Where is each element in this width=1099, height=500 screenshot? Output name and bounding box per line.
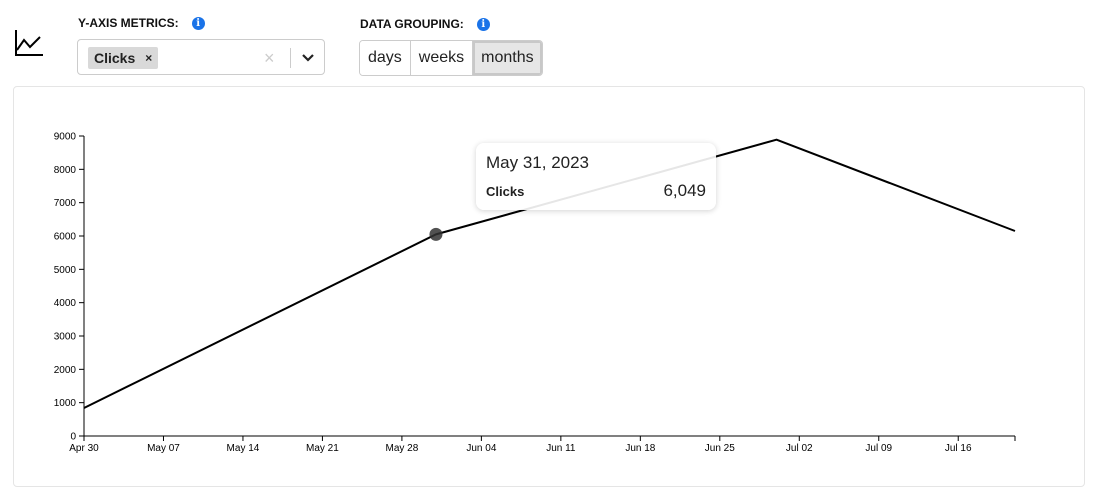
x-tick-label: Jul 09 [865, 443, 892, 454]
x-tick-label: Jun 11 [546, 443, 576, 454]
x-tick-label: May 07 [147, 443, 180, 454]
x-tick-label: May 21 [306, 443, 339, 454]
y-tick-label: 7000 [54, 198, 77, 209]
x-tick-label: May 28 [386, 443, 419, 454]
x-tick-label: Jun 18 [625, 443, 655, 454]
x-axis: Apr 30 May 07 May 14 May 21 May 28 Jun 04 Jun … [69, 435, 1016, 454]
y-tick-label: 3000 [54, 332, 77, 343]
tooltip-value: 6,049 [663, 181, 706, 200]
x-tick-label: Jun 25 [705, 443, 735, 454]
y-tick-label: 1000 [54, 398, 77, 409]
y-axis: 0 1000 2000 3000 4000 5000 6000 7000 8000 9000 [54, 132, 85, 443]
y-tick-label: 0 [70, 432, 76, 443]
x-tick-label: Jun 04 [466, 443, 496, 454]
y-tick-label: 8000 [54, 165, 77, 176]
y-tick-label: 4000 [54, 298, 77, 309]
tooltip-date: May 31, 2023 [486, 153, 590, 172]
tooltip-metric: Clicks [486, 184, 525, 199]
highlighted-data-point [429, 227, 443, 241]
y-tick-label: 5000 [54, 265, 77, 276]
y-tick-label: 9000 [54, 132, 77, 143]
chart-tooltip: May 31, 2023 Clicks 6,049 [476, 143, 716, 210]
x-tick-label: Apr 30 [69, 443, 99, 454]
x-tick-label: May 14 [227, 443, 260, 454]
line-chart: 0 1000 2000 3000 4000 5000 6000 7000 8000 9000 Ap… [54, 132, 1016, 454]
x-tick-label: Jul 02 [786, 443, 813, 454]
x-tick-label: Jul 16 [945, 443, 972, 454]
y-tick-label: 2000 [54, 365, 77, 376]
y-tick-label: 6000 [54, 232, 77, 243]
